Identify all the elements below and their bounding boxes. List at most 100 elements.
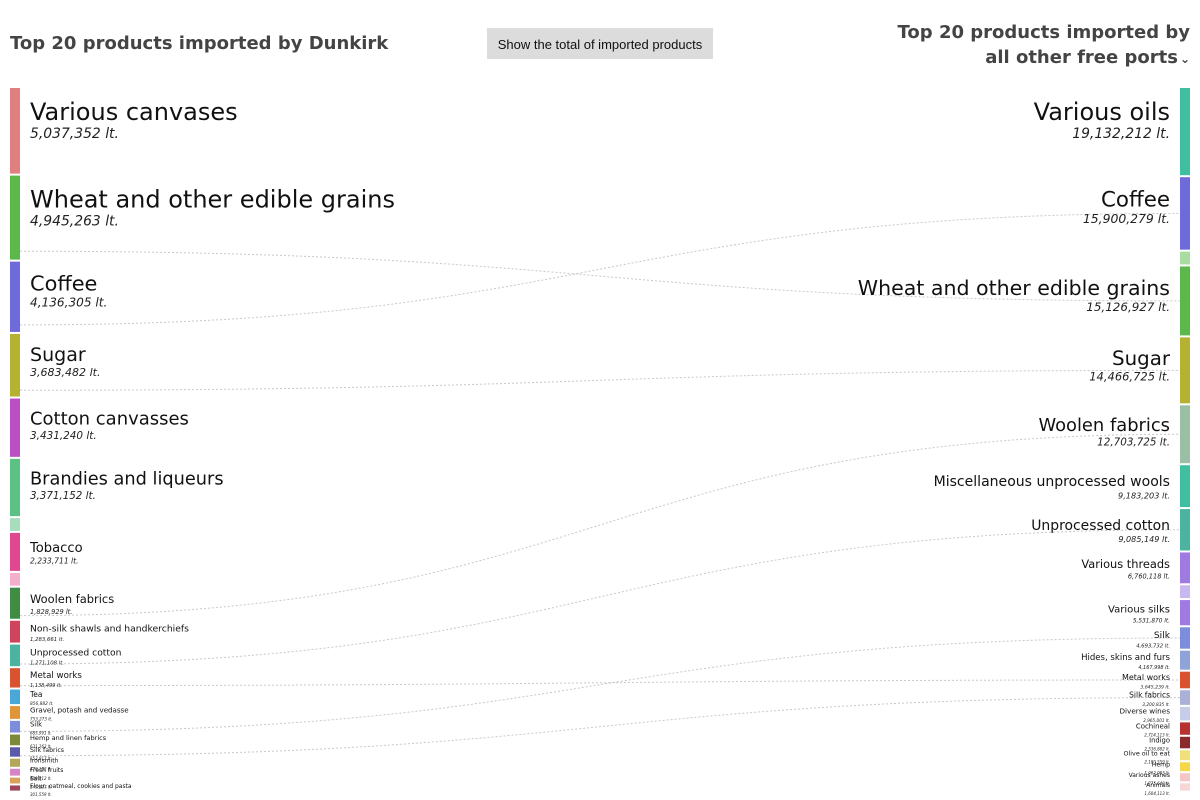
right-value-various-threads: 6,760,118 lt. <box>1128 572 1170 580</box>
left-bar-hemp-and-linen-fabrics[interactable] <box>10 734 20 746</box>
right-bar-diverse-wines[interactable] <box>1180 706 1190 721</box>
right-label-silk-fabrics: Silk fabrics <box>1129 691 1170 700</box>
left-value-brandies-and-liqueurs: 3,371,152 lt. <box>30 490 96 502</box>
right-bar-miscellaneous-unprocessed-wools[interactable] <box>1180 465 1190 508</box>
left-label-various-canvases: Various canvases <box>30 98 238 126</box>
link-sugar <box>19 369 1181 391</box>
left-bar-silk-fabrics[interactable] <box>10 747 20 757</box>
right-bar-metal-works[interactable] <box>1180 671 1190 689</box>
right-label-sugar: Sugar <box>1112 347 1171 370</box>
left-bar-salt[interactable] <box>10 777 20 784</box>
left-label-brandies-and-liqueurs: Brandies and liqueurs <box>30 470 224 490</box>
right-label-various-oils: Various oils <box>1034 98 1170 126</box>
right-label-metal-works: Metal works <box>1122 673 1170 682</box>
left-bar-woolen-fabrics[interactable] <box>10 587 20 619</box>
right-value-hides-skins-and-furs: 4,167,998 lt. <box>1138 665 1170 671</box>
right-value-various-oils: 19,132,212 lt. <box>1072 126 1170 142</box>
right-bar-various-oils[interactable] <box>1180 88 1190 176</box>
right-label-animals: Animals <box>1146 782 1170 789</box>
left-value-unprocessed-cotton: 1,271,108 lt. <box>30 661 64 667</box>
left-value-tobacco: 2,233,711 lt. <box>30 557 79 566</box>
left-bar-sugar[interactable] <box>10 333 20 397</box>
left-value-non-silk-shawls-and-handkerchiefs: 1,283,661 lt. <box>30 637 64 643</box>
right-bar-sugar[interactable] <box>1180 337 1190 404</box>
right-label-hides-skins-and-furs: Hides, skins and furs <box>1081 653 1170 663</box>
right-bar-wheat-and-other-edible-grains[interactable] <box>1180 266 1190 336</box>
left-value-flour-oatmeal-cookies-and-pasta: 301,559 lt. <box>30 792 52 797</box>
left-label-unprocessed-cotton: Unprocessed cotton <box>30 647 122 658</box>
right-label-hemp: Hemp <box>1152 762 1170 769</box>
left-label-salt: Salt <box>30 776 42 783</box>
link-metal-works <box>19 679 1181 687</box>
right-value-wheat-and-other-edible-grains: 15,126,927 lt. <box>1086 300 1170 314</box>
left-label-metal-works: Metal works <box>30 671 82 681</box>
right-value-animals: 1,604,113 lt. <box>1144 791 1170 796</box>
right-value-sugar: 14,466,725 lt. <box>1089 370 1170 384</box>
right-label-silk: Silk <box>1154 631 1171 641</box>
chart: Various canvases5,037,352 lt. Wheat and o… <box>10 88 1190 797</box>
right-bar-animals[interactable] <box>1180 783 1190 791</box>
right-bar-indigo[interactable] <box>1180 736 1190 749</box>
left-label-tea: Tea <box>29 690 43 699</box>
right-bar-silk[interactable] <box>1180 627 1190 649</box>
right-value-coffee: 15,900,279 lt. <box>1083 211 1170 226</box>
right-bar-hides-skins-and-furs[interactable] <box>1180 650 1190 670</box>
left-bar-metal-works[interactable] <box>10 668 20 688</box>
left-label-ironsmith: Ironsmith <box>30 758 59 765</box>
right-bar-various-silks[interactable] <box>1180 600 1190 626</box>
right-label-various-silks: Various silks <box>1108 605 1170 616</box>
left-bar-tea[interactable] <box>10 689 20 705</box>
right-bar-olive-oil-to-eat[interactable] <box>1180 750 1190 761</box>
right-bar-woolen-fabrics[interactable] <box>1180 405 1190 464</box>
right-label-indigo: Indigo <box>1149 737 1170 745</box>
right-bar-cochineal[interactable] <box>1180 722 1190 735</box>
left-bar-flour-oatmeal-cookies-and-pasta[interactable] <box>10 785 20 791</box>
left-label-woolen-fabrics: Woolen fabrics <box>30 592 114 606</box>
left-label-wheat-and-other-edible-grains: Wheat and other edible grains <box>30 186 395 214</box>
link-woolen-fabrics <box>19 433 1181 617</box>
left-extra-segment <box>10 572 20 586</box>
left-bar-cotton-canvasses[interactable] <box>10 398 20 457</box>
left-label-flour-oatmeal-cookies-and-pasta: Flour, oatmeal, cookies and pasta <box>30 783 132 790</box>
link-silk-fabrics <box>19 697 1181 757</box>
left-label-silk: Silk <box>30 721 42 729</box>
right-value-miscellaneous-unprocessed-wools: 9,183,203 lt. <box>1118 490 1170 500</box>
right-extra-segment <box>1180 251 1190 265</box>
left-bar-silk[interactable] <box>10 720 20 733</box>
left-label-gravel-potash-and-vedasse: Gravel, potash and vedasse <box>30 705 129 714</box>
right-label-various-threads: Various threads <box>1081 557 1170 571</box>
left-label-silk-fabrics: Silk fabrics <box>30 747 64 754</box>
right-value-woolen-fabrics: 12,703,725 lt. <box>1097 437 1170 449</box>
left-bar-ironsmith[interactable] <box>10 758 20 767</box>
left-label-hemp-and-linen-fabrics: Hemp and linen fabrics <box>30 734 107 742</box>
right-bar-silk-fabrics[interactable] <box>1180 690 1190 705</box>
left-bar-wheat-and-other-edible-grains[interactable] <box>10 175 20 260</box>
right-bar-hemp[interactable] <box>1180 762 1190 772</box>
left-label-cotton-canvasses: Cotton canvasses <box>30 409 189 430</box>
right-label-olive-oil-to-eat: Olive oil to eat <box>1123 749 1170 757</box>
left-bar-tobacco[interactable] <box>10 532 20 571</box>
right-bar-various-threads[interactable] <box>1180 552 1190 584</box>
left-label-tobacco: Tobacco <box>29 541 83 556</box>
right-label-wheat-and-other-edible-grains: Wheat and other edible grains <box>858 276 1170 300</box>
left-value-cotton-canvasses: 3,431,240 lt. <box>30 430 97 442</box>
left-bar-non-silk-shawls-and-handkerchiefs[interactable] <box>10 620 20 643</box>
right-label-various-ashes: Various ashes <box>1129 772 1170 779</box>
left-bar-unprocessed-cotton[interactable] <box>10 644 20 667</box>
right-value-various-silks: 5,531,870 lt. <box>1133 619 1170 625</box>
right-label-unprocessed-cotton: Unprocessed cotton <box>1031 518 1170 534</box>
right-bar-various-ashes[interactable] <box>1180 773 1190 782</box>
link-silk <box>19 637 1181 732</box>
left-bar-various-canvases[interactable] <box>10 88 20 174</box>
right-label-woolen-fabrics: Woolen fabrics <box>1038 415 1170 436</box>
left-bar-coffee[interactable] <box>10 261 20 332</box>
right-bar-unprocessed-cotton[interactable] <box>1180 509 1190 551</box>
right-extra-segment <box>1180 585 1190 599</box>
left-bar-brandies-and-liqueurs[interactable] <box>10 458 20 517</box>
left-bar-gravel-potash-and-vedasse[interactable] <box>10 706 20 719</box>
right-bar-coffee[interactable] <box>1180 177 1190 250</box>
left-value-woolen-fabrics: 1,828,929 lt. <box>30 608 72 616</box>
left-label-fresh-fruits: Fresh fruits <box>30 767 63 774</box>
left-bar-fresh-fruits[interactable] <box>10 768 20 776</box>
left-label-non-silk-shawls-and-handkerchiefs: Non-silk shawls and handkerchiefs <box>30 624 189 635</box>
